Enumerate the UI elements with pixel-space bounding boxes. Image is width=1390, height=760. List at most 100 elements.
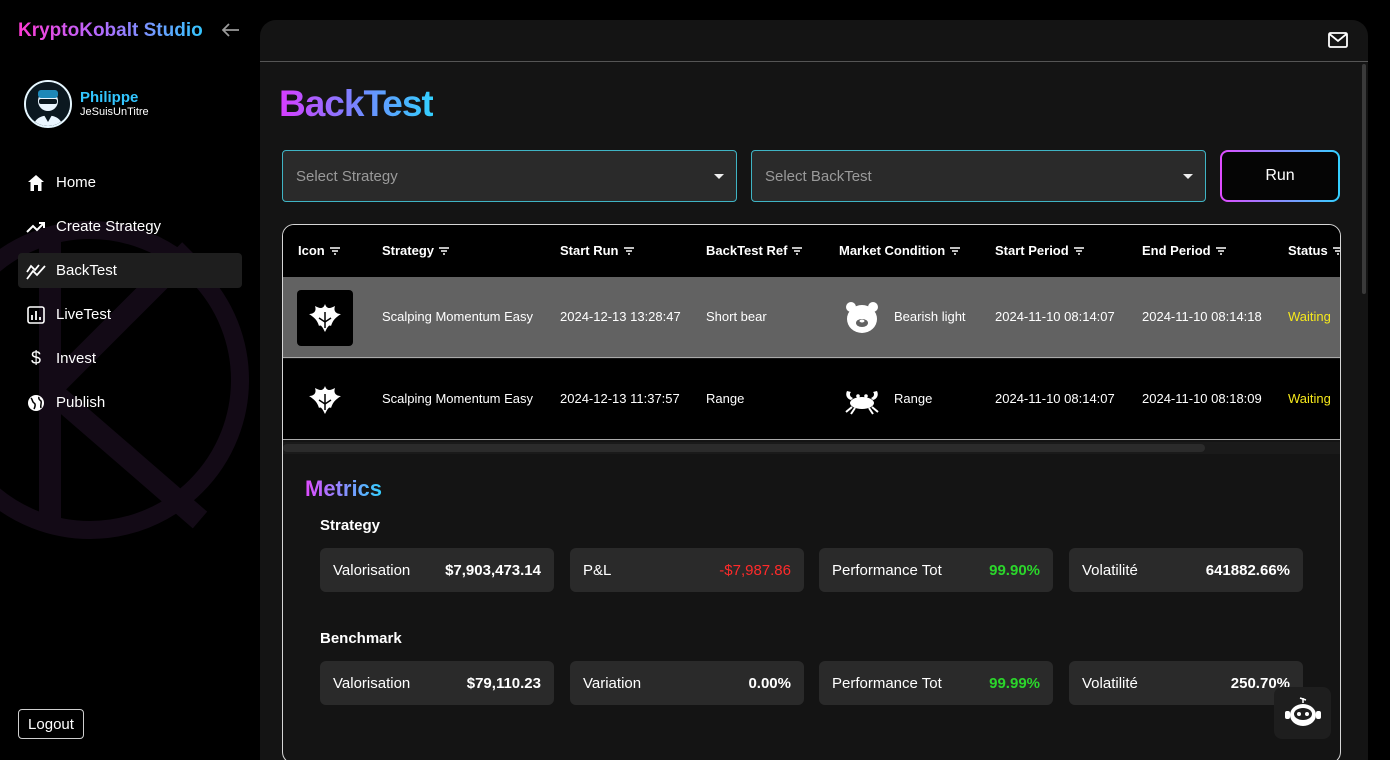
bear-icon <box>846 302 878 333</box>
backtest-chart-icon <box>26 261 46 281</box>
column-header-label: BackTest Ref <box>706 243 788 258</box>
home-icon <box>26 173 46 193</box>
page-title: BackTest <box>279 83 434 124</box>
horizontal-scrollbar[interactable] <box>283 442 1340 454</box>
cell-backtest-ref: Range <box>706 391 745 406</box>
metric-label: Performance Tot <box>832 674 942 692</box>
column-header-strategy[interactable]: Strategy <box>382 243 450 258</box>
metric-card-valorisation: Valorisation $79,110.23 <box>320 661 554 705</box>
status-badge: Waiting <box>1288 309 1331 324</box>
crab-icon <box>845 391 879 415</box>
metric-label: Performance Tot <box>832 561 942 579</box>
logout-button[interactable]: Logout <box>18 709 84 739</box>
mail-icon[interactable] <box>1328 32 1348 48</box>
table-header: Icon Strategy Start Run BackTest Ref Mar… <box>283 225 1340 277</box>
cell-end-period: 2024-11-10 08:14:18 <box>1142 309 1262 324</box>
cell-start-run: 2024-12-13 13:28:47 <box>560 309 681 324</box>
sidebar-item-publish[interactable]: Publish <box>18 385 242 420</box>
robot-icon <box>1284 697 1321 726</box>
avatar[interactable] <box>24 80 72 128</box>
status-badge: Waiting <box>1288 391 1331 406</box>
column-header-end-period[interactable]: End Period <box>1142 243 1226 258</box>
sidebar-item-label: LiveTest <box>56 306 112 323</box>
sidebar-item-backtest[interactable]: BackTest <box>18 253 242 288</box>
metric-label: Valorisation <box>333 561 411 579</box>
filter-icon <box>792 246 803 255</box>
filter-icon <box>623 246 634 255</box>
sidebar: KryptoKobalt Studio Philippe JeSuisUnTit… <box>0 0 260 760</box>
sidebar-item-label: Home <box>56 174 97 191</box>
caret-down-icon <box>1183 174 1193 179</box>
column-header-label: Start Run <box>560 243 619 258</box>
collapse-sidebar-icon[interactable] <box>220 20 242 42</box>
metric-card-variation: Variation 0.00% <box>570 661 804 705</box>
column-header-icon[interactable]: Icon <box>298 243 340 258</box>
run-button[interactable]: Run <box>1220 150 1340 202</box>
metric-label: Volatilité <box>1082 561 1138 579</box>
cell-start-run: 2024-12-13 11:37:57 <box>560 391 680 406</box>
sidebar-item-label: Create Strategy <box>56 218 162 235</box>
metric-label: Variation <box>583 674 642 692</box>
sidebar-item-livetest[interactable]: LiveTest <box>18 297 242 332</box>
cell-start-period: 2024-11-10 08:14:07 <box>995 391 1115 406</box>
strategy-select-placeholder: Select Strategy <box>296 167 398 185</box>
metric-value: 99.90% <box>989 561 1040 579</box>
cell-backtest-ref: Short bear <box>706 309 767 324</box>
cell-start-period: 2024-11-10 08:14:07 <box>995 309 1115 324</box>
sidebar-item-create-strategy[interactable]: Create Strategy <box>18 209 242 244</box>
sidebar-item-home[interactable]: Home <box>18 165 242 200</box>
filter-icon <box>329 246 340 255</box>
assistant-robot-button[interactable] <box>1274 687 1331 739</box>
dollar-icon: $ <box>30 348 41 368</box>
backtest-select-placeholder: Select BackTest <box>765 167 872 185</box>
column-header-label: End Period <box>1142 243 1211 258</box>
sidebar-item-label: BackTest <box>56 262 117 279</box>
column-header-status[interactable]: Status <box>1288 243 1340 258</box>
metric-card-volatilite: Volatilité 250.70% <box>1069 661 1303 705</box>
metric-label: Valorisation <box>333 674 411 692</box>
user-name: Philippe <box>80 89 139 106</box>
metric-card-valorisation: Valorisation $7,903,473.14 <box>320 548 554 592</box>
results-panel: Icon Strategy Start Run BackTest Ref Mar… <box>282 224 1341 760</box>
column-header-label: Status <box>1288 243 1328 258</box>
scrollbar-thumb[interactable] <box>283 444 1205 452</box>
column-header-label: Market Condition <box>839 243 946 258</box>
column-header-label: Start Period <box>995 243 1069 258</box>
metric-label: Volatilité <box>1082 674 1138 692</box>
sidebar-item-invest[interactable]: $ Invest <box>18 341 242 376</box>
column-header-start-period[interactable]: Start Period <box>995 243 1084 258</box>
cell-strategy: Scalping Momentum Easy <box>382 391 534 406</box>
column-header-start-run[interactable]: Start Run <box>560 243 634 258</box>
phoenix-icon <box>297 290 353 346</box>
caret-down-icon <box>714 174 724 179</box>
strategy-metrics-title: Strategy <box>320 517 381 534</box>
table-row[interactable]: Scalping Momentum Easy 2024-12-13 11:37:… <box>283 359 1340 440</box>
metrics-title: Metrics <box>305 476 383 501</box>
metric-value: 99.99% <box>989 674 1040 692</box>
metric-card-performance: Performance Tot 99.99% <box>819 661 1053 705</box>
column-header-label: Strategy <box>382 243 435 258</box>
cell-market-condition: Range <box>894 391 933 406</box>
metric-value: $79,110.23 <box>466 674 541 692</box>
trending-up-icon <box>26 217 46 237</box>
globe-icon <box>26 393 46 413</box>
column-header-backtest-ref[interactable]: BackTest Ref <box>706 243 803 258</box>
vertical-scrollbar[interactable] <box>1362 64 1366 294</box>
backtest-select[interactable]: Select BackTest <box>751 150 1206 202</box>
metric-value: 641882.66% <box>1205 561 1290 579</box>
column-header-market-condition[interactable]: Market Condition <box>839 243 961 258</box>
metric-card-pnl: P&L -$7,987.86 <box>570 548 804 592</box>
sidebar-item-label: Invest <box>56 350 97 367</box>
metric-card-volatilite: Volatilité 641882.66% <box>1069 548 1303 592</box>
filter-icon <box>1332 246 1340 255</box>
user-handle: JeSuisUnTitre <box>80 106 149 118</box>
column-header-label: Icon <box>298 243 325 258</box>
table-row[interactable]: Scalping Momentum Easy 2024-12-13 13:28:… <box>283 277 1340 358</box>
metric-value: -$7,987.86 <box>719 561 791 579</box>
metric-value: 0.00% <box>748 674 791 692</box>
cell-strategy: Scalping Momentum Easy <box>382 309 534 324</box>
app-brand: KryptoKobalt Studio <box>18 20 203 41</box>
filter-icon <box>950 246 961 255</box>
filter-icon <box>439 246 450 255</box>
strategy-select[interactable]: Select Strategy <box>282 150 737 202</box>
